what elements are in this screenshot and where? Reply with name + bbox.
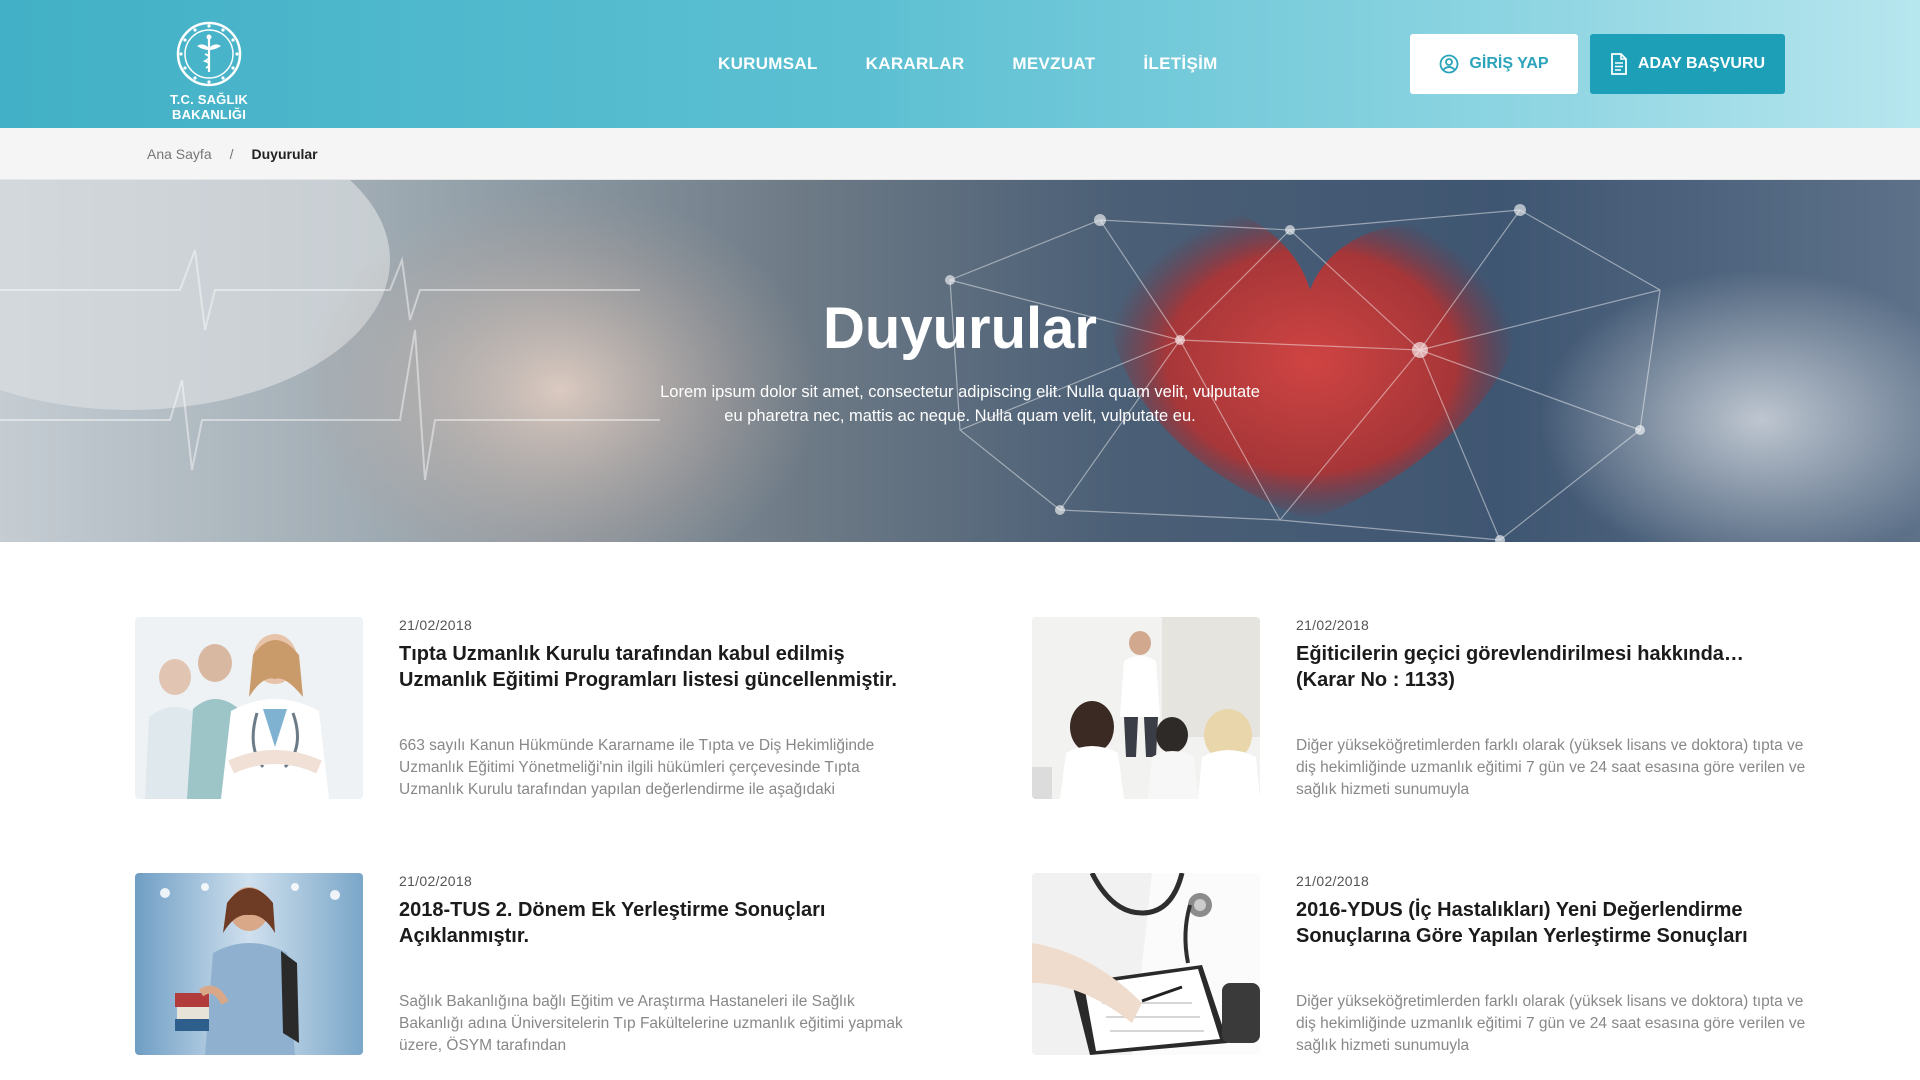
announcement-card[interactable]: 21/02/2018 2018-TUS 2. Dönem Ek Yerleşti… [135,873,935,1055]
apply-button-label: ADAY BAŞVURU [1637,55,1766,72]
announcement-thumbnail[interactable] [1032,617,1260,799]
document-icon [1610,53,1628,75]
nav-item-kararlar[interactable]: KARARLAR [866,54,965,74]
announcement-card[interactable]: 21/02/2018 Tıpta Uzmanlık Kurulu tarafın… [135,617,935,799]
announcement-thumbnail[interactable] [1032,873,1260,1055]
ministry-emblem-icon [176,21,242,87]
login-button-label: GİRİŞ YAP [1469,55,1549,72]
site-header: T.C. SAĞLIK BAKANLIĞI KURUMSAL KARARLAR … [0,0,1920,128]
announcement-thumbnail[interactable] [135,617,363,799]
announcement-title[interactable]: Eğiticilerin geçici görevlendirilmesi ha… [1296,641,1806,693]
ministry-logo[interactable]: T.C. SAĞLIK BAKANLIĞI [134,18,284,122]
breadcrumb-home-link[interactable]: Ana Sayfa [147,146,212,162]
announcement-card[interactable]: 21/02/2018 Eğiticilerin geçici görevlend… [1032,617,1832,799]
announcement-thumbnail[interactable] [135,873,363,1055]
announcement-date: 21/02/2018 [399,617,473,633]
announcement-excerpt: Diğer yükseköğretimlerden farklı olarak … [1296,993,1806,1054]
hero-banner: Duyurular Lorem ipsum dolor sit amet, co… [0,180,1920,542]
nav-item-mevzuat[interactable]: MEVZUAT [1012,54,1095,74]
announcement-card[interactable]: 21/02/2018 2016-YDUS (İç Hastalıkları) Y… [1032,873,1832,1055]
page-title: Duyurular [823,296,1097,361]
login-button[interactable]: GİRİŞ YAP [1410,34,1578,94]
breadcrumb-separator: / [229,145,234,162]
announcement-date: 21/02/2018 [1296,617,1370,633]
nav-item-iletisim[interactable]: İLETİŞİM [1143,54,1217,74]
announcement-title[interactable]: 2016-YDUS (İç Hastalıkları) Yeni Değerle… [1296,897,1806,949]
announcement-title[interactable]: 2018-TUS 2. Dönem Ek Yerleştirme Sonuçla… [399,897,909,949]
announcement-excerpt: 663 sayılı Kanun Hükmünde Kararname ile … [399,737,875,798]
announcement-excerpt: Diğer yükseköğretimlerden farklı olarak … [1296,737,1806,798]
announcement-title[interactable]: Tıpta Uzmanlık Kurulu tarafından kabul e… [399,641,909,693]
hero-description: Lorem ipsum dolor sit amet, consectetur … [660,383,1260,425]
breadcrumb-current: Duyurular [251,145,318,162]
nav-item-kurumsal[interactable]: KURUMSAL [718,54,818,74]
main-nav: KURUMSAL KARARLAR MEVZUAT İLETİŞİM [718,0,1266,128]
logo-text: T.C. SAĞLIK BAKANLIĞI [169,92,249,122]
apply-button[interactable]: ADAY BAŞVURU [1590,34,1785,94]
announcement-excerpt: Sağlık Bakanlığına bağlı Eğitim ve Araşt… [399,993,903,1054]
announcement-date: 21/02/2018 [1296,873,1370,889]
user-icon [1439,54,1459,74]
announcement-date: 21/02/2018 [399,873,473,889]
breadcrumb: Ana Sayfa / Duyurular [0,128,1920,180]
